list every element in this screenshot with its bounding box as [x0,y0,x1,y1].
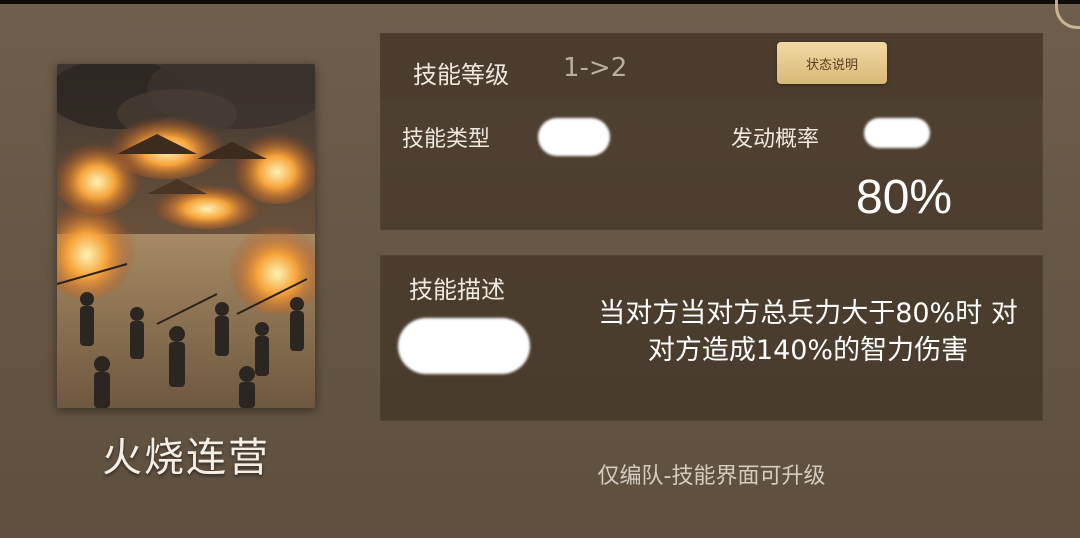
skill-name: 火烧连营 [102,435,270,481]
status-explanation-button[interactable]: 状态说明 [777,42,887,84]
skill-level-value: 1->2 [563,53,628,83]
skill-artwork [57,64,315,408]
trigger-probability-label: 发动概率 [731,127,820,152]
skill-level-label: 技能等级 [413,61,509,89]
upgrade-hint: 仅编队-技能界面可升级 [597,464,826,489]
skill-description-text: 当对方当对方总兵力大于80%时 对对方造成140%的智力伤害 [598,298,1018,366]
skill-description-label: 技能描述 [409,276,505,304]
top-strip [0,0,1080,4]
redaction-mark [864,118,930,148]
trigger-probability-value: 80% [856,171,953,224]
redaction-mark [398,318,530,374]
skill-type-label: 技能类型 [402,127,491,152]
redaction-mark [538,118,610,156]
